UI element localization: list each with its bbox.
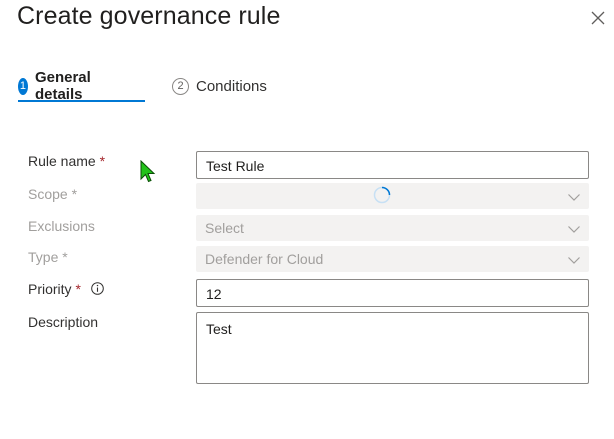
scope-dropdown[interactable] [196,183,589,209]
required-marker: * [62,249,68,265]
chevron-down-icon [567,222,581,236]
active-tab-indicator [18,100,145,102]
rule-name-label: Rule name * [28,153,106,169]
exclusions-placeholder: Select [205,220,244,236]
loading-spinner-icon [372,185,392,205]
required-marker: * [71,186,78,202]
step-number-badge: 1 [18,77,28,95]
mouse-pointer-icon [140,159,156,184]
exclusions-dropdown[interactable]: Select [196,215,589,241]
panel-title: Create governance rule [17,2,281,30]
description-textarea[interactable]: Test [196,312,589,384]
info-icon[interactable] [90,282,104,295]
exclusions-label: Exclusions [28,218,95,234]
tab-label: General details [34,69,91,103]
type-label: Type * [28,249,68,265]
chevron-down-icon [567,190,581,204]
close-button[interactable] [590,10,606,26]
tab-general-details[interactable]: 1 General details [18,69,98,103]
tab-label: Conditions [196,77,267,95]
description-label: Description [28,314,99,330]
required-marker: * [99,153,106,169]
step-number-badge: 2 [172,77,189,95]
type-dropdown[interactable]: Defender for Cloud [196,246,589,272]
required-marker: * [75,281,81,297]
rule-name-input[interactable]: Test Rule [196,151,589,179]
type-value: Defender for Cloud [205,251,324,267]
priority-label: Priority * [28,281,104,297]
scope-label: Scope * [28,186,78,202]
priority-input[interactable]: 12 [196,279,589,307]
tab-conditions[interactable]: 2 Conditions [172,70,267,102]
chevron-down-icon [567,253,581,267]
close-icon [590,10,606,26]
